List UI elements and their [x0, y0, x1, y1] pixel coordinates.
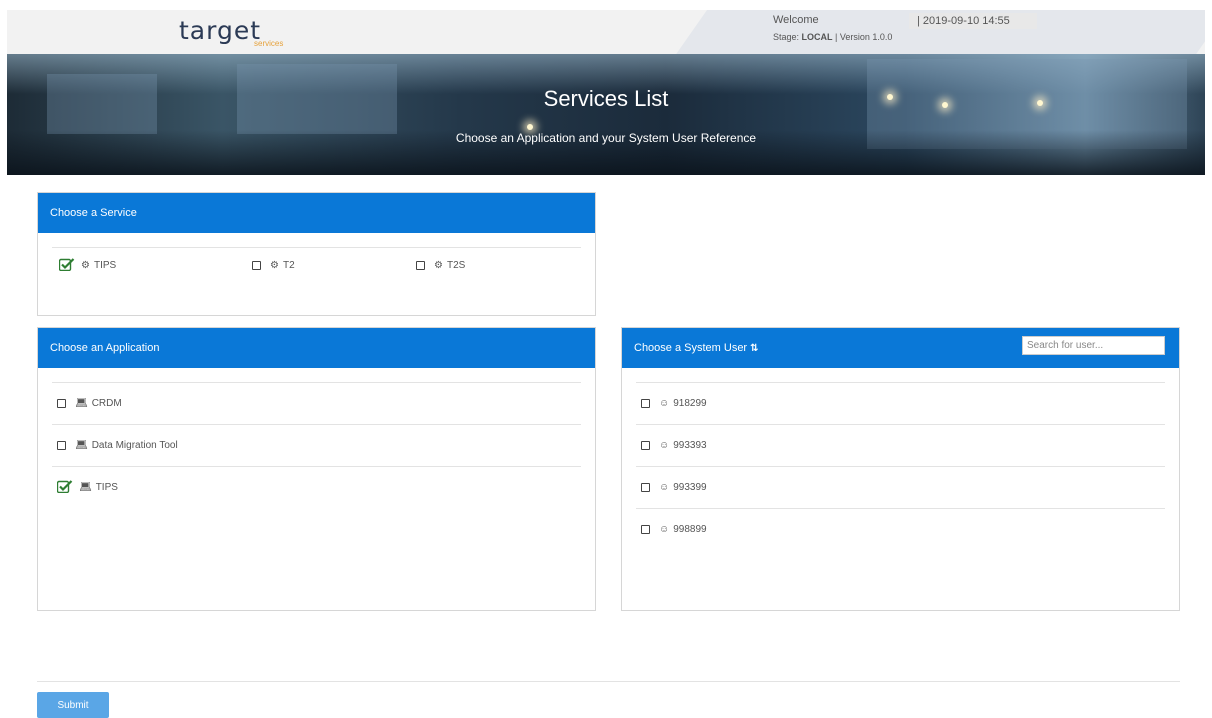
checked-checkbox-icon[interactable] [57, 480, 73, 493]
laptop-icon: 💻︎ [75, 440, 88, 451]
system-user-panel: Choose a System User⇅ ☺ 918299 ☺ 993393 … [621, 327, 1180, 611]
checkbox-icon[interactable] [641, 441, 650, 450]
checkbox-icon[interactable] [252, 261, 261, 270]
application-option-crdm[interactable]: 💻︎ CRDM [52, 382, 581, 424]
application-label: Data Migration Tool [91, 440, 178, 451]
system-user-panel-title: Choose a System User [634, 342, 748, 354]
service-row: ⚙ TIPS ⚙ T2 ⚙ T2S [52, 247, 581, 283]
page-subtitle: Choose an Application and your System Us… [455, 131, 757, 145]
gear-icon: ⚙ [81, 260, 90, 271]
user-label: 993399 [673, 482, 707, 493]
user-label: 998899 [673, 524, 707, 535]
footer-divider [37, 681, 1180, 682]
laptop-icon: 💻︎ [79, 482, 92, 493]
system-user-panel-body: ☺ 918299 ☺ 993393 ☺ 993399 ☺ 998899 [622, 368, 1179, 550]
user-option[interactable]: ☺ 998899 [636, 508, 1165, 550]
service-label: T2 [282, 260, 295, 271]
service-panel-body: ⚙ TIPS ⚙ T2 ⚙ T2S [38, 233, 595, 283]
banner: Services List Choose an Application and … [7, 54, 1205, 175]
user-option[interactable]: ☺ 993393 [636, 424, 1165, 466]
application-option-data-migration-tool[interactable]: 💻︎ Data Migration Tool [52, 424, 581, 466]
checkbox-icon[interactable] [416, 261, 425, 270]
logo-subtitle: services [254, 39, 284, 48]
service-panel: Choose a Service ⚙ TIPS ⚙ T2 ⚙ T2S [37, 192, 596, 316]
top-header: target services Welcome Stage: LOCAL | V… [7, 10, 1205, 54]
application-panel-body: 💻︎ CRDM 💻︎ Data Migration Tool 💻︎ TIPS [38, 368, 595, 508]
user-option[interactable]: ☺ 918299 [636, 382, 1165, 424]
user-option[interactable]: ☺ 993399 [636, 466, 1165, 508]
service-panel-header: Choose a Service [38, 193, 595, 233]
application-label: CRDM [91, 398, 122, 409]
laptop-icon: 💻︎ [75, 398, 88, 409]
checkbox-icon[interactable] [641, 483, 650, 492]
submit-button[interactable]: Submit [37, 692, 109, 718]
service-option-t2[interactable]: ⚙ T2 [252, 260, 295, 271]
gear-icon: ⚙ [270, 260, 279, 271]
checkbox-icon[interactable] [641, 525, 650, 534]
logo: target [179, 16, 262, 45]
application-option-tips[interactable]: 💻︎ TIPS [52, 466, 581, 508]
system-user-panel-header: Choose a System User ⇅ [622, 328, 1179, 368]
gear-icon: ⚙ [434, 260, 443, 271]
application-panel-header: Choose an Application [38, 328, 595, 368]
checkbox-icon[interactable] [641, 399, 650, 408]
application-panel: Choose an Application 💻︎ CRDM 💻︎ Data Mi… [37, 327, 596, 611]
user-icon: ☺ [659, 482, 670, 493]
page-title: Services List [543, 86, 669, 111]
service-option-tips[interactable]: ⚙ TIPS [59, 258, 117, 272]
sort-icon[interactable]: ⇅ [750, 329, 758, 369]
user-icon: ☺ [659, 398, 670, 409]
welcome-text: Welcome [773, 14, 819, 26]
checkbox-icon[interactable] [57, 441, 66, 450]
application-label: TIPS [95, 482, 118, 493]
user-search-input[interactable] [1022, 336, 1165, 355]
stage-version-text: Stage: LOCAL | Version 1.0.0 [773, 32, 893, 42]
user-label: 918299 [673, 398, 707, 409]
service-label: TIPS [93, 260, 117, 271]
user-label: 993393 [673, 440, 707, 451]
service-option-t2s[interactable]: ⚙ T2S [416, 260, 465, 271]
user-icon: ☺ [659, 524, 670, 535]
datetime-display: | 2019-09-10 14:55 [909, 13, 1037, 29]
user-icon: ☺ [659, 440, 670, 451]
service-label: T2S [446, 260, 466, 271]
checked-checkbox-icon[interactable] [59, 258, 75, 271]
checkbox-icon[interactable] [57, 399, 66, 408]
